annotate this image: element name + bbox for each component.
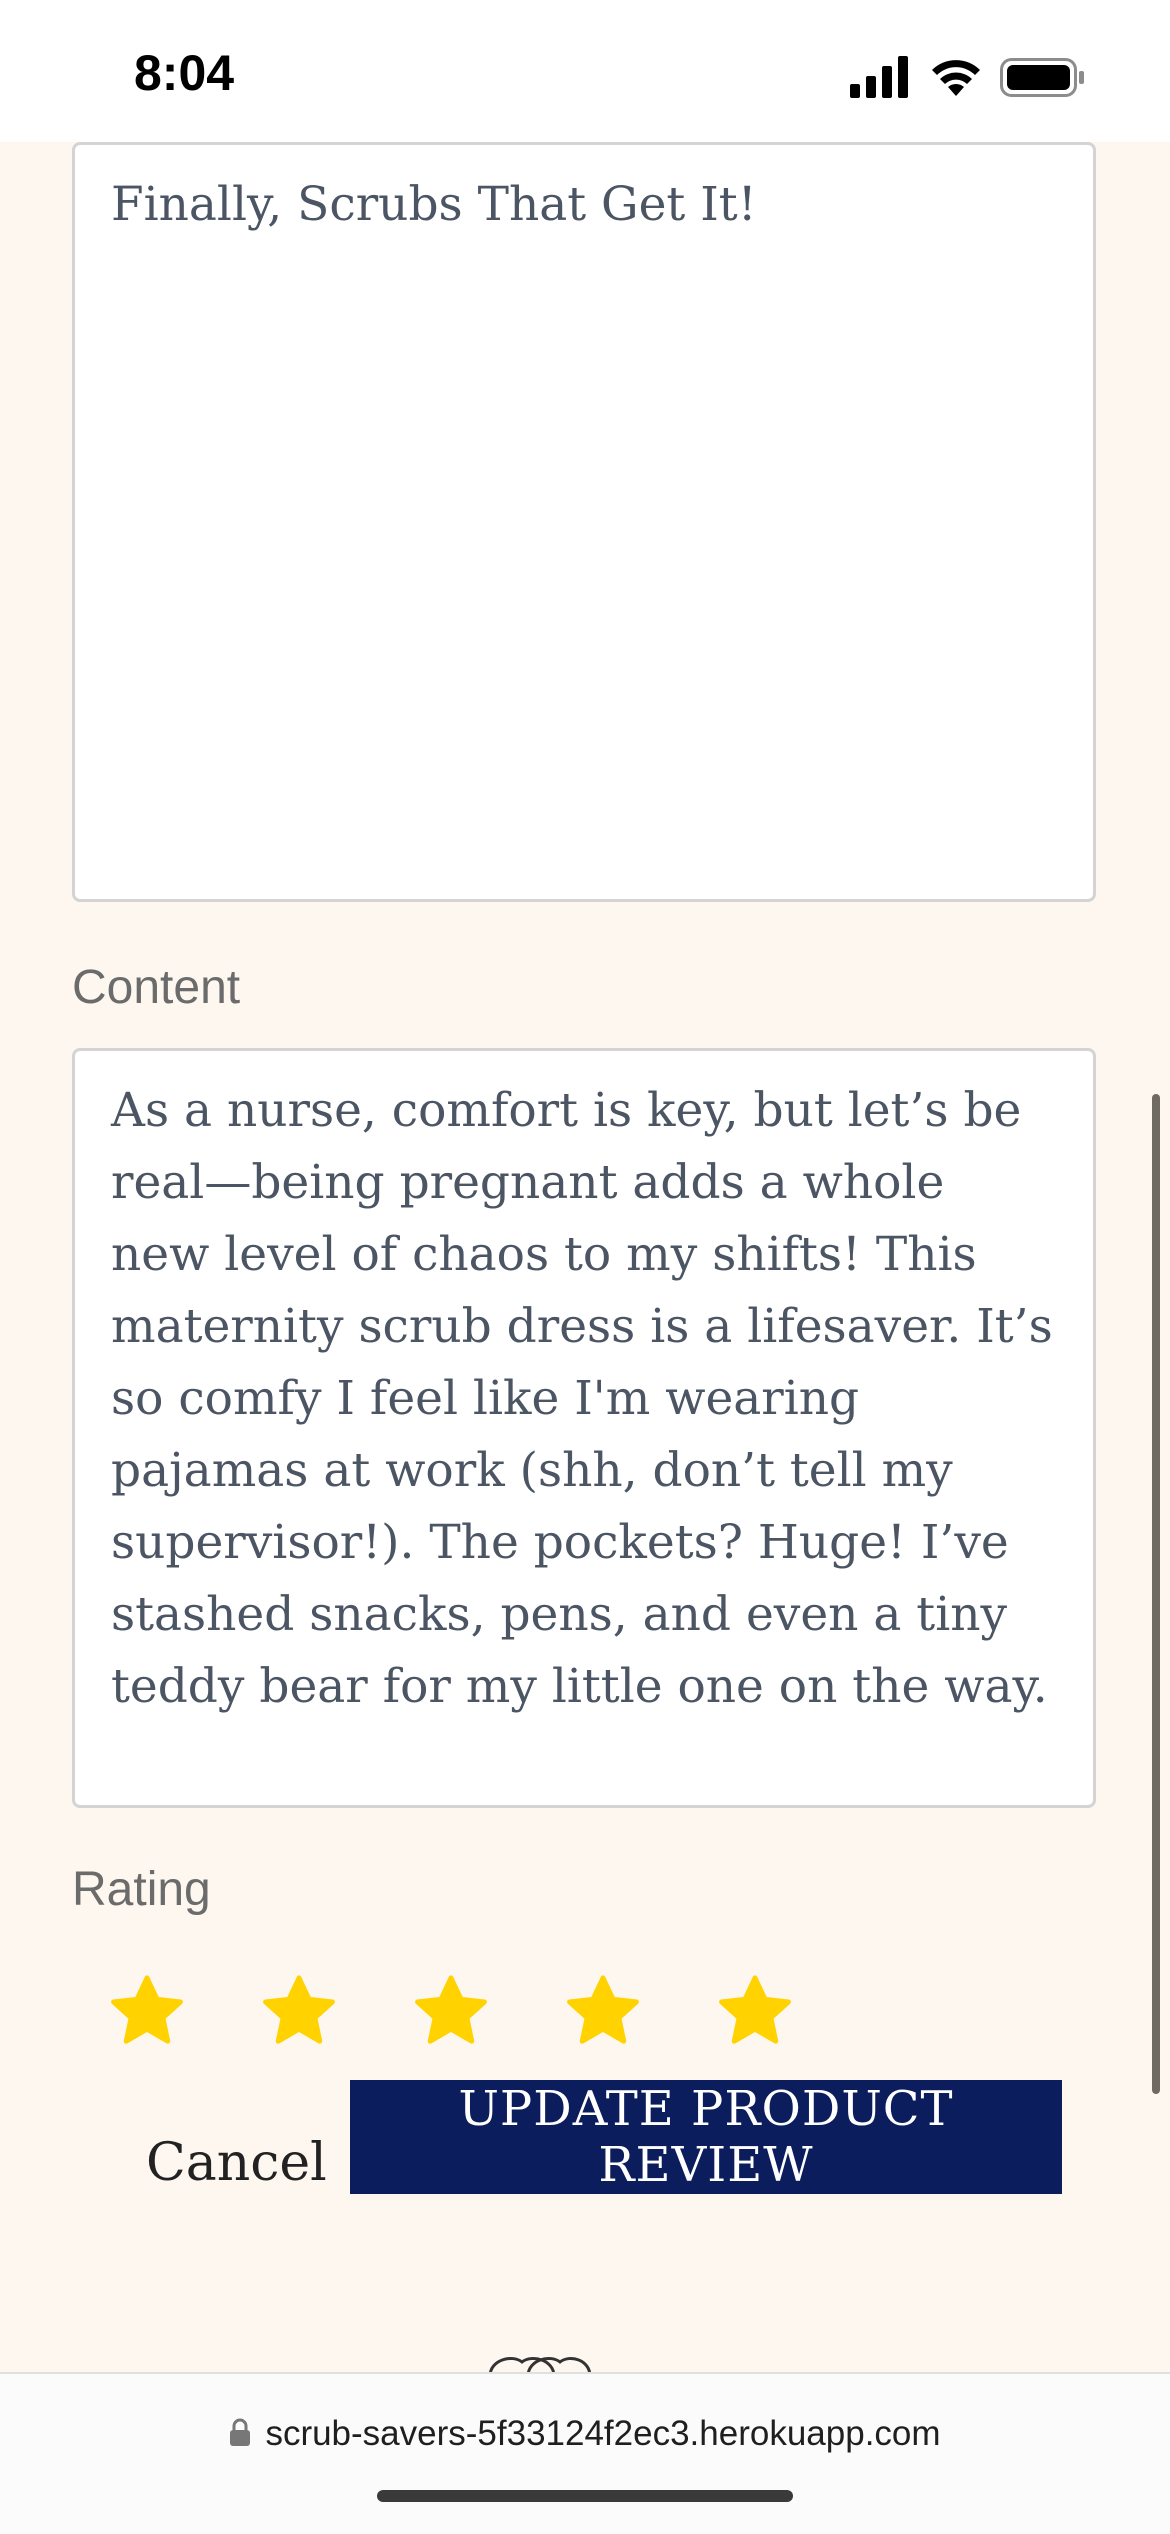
star-icon-2[interactable]: [260, 1972, 338, 2050]
battery-icon: [1000, 58, 1084, 97]
cancel-button[interactable]: Cancel: [140, 2106, 333, 2218]
star-icon-3[interactable]: [412, 1972, 490, 2050]
signal-icon: [850, 56, 908, 98]
star-icon-5[interactable]: [716, 1972, 794, 2050]
url-text: scrub-savers-5f33124f2ec3.herokuapp.com: [265, 2414, 941, 2453]
scrollbar[interactable]: [1152, 1094, 1160, 2094]
home-indicator[interactable]: [377, 2490, 793, 2502]
rating-label: Rating: [72, 1863, 211, 1916]
star-icon-1[interactable]: [108, 1972, 186, 2050]
star-icon-4[interactable]: [564, 1972, 642, 2050]
lock-icon: [230, 2418, 251, 2446]
status-time: 8:04: [134, 45, 235, 101]
content-field[interactable]: As a nurse, comfort is key, but let’s be…: [72, 1048, 1096, 1808]
title-field[interactable]: Finally, Scrubs That Get It!: [72, 142, 1096, 902]
status-bar: 8:04: [0, 0, 1170, 142]
wifi-icon: [932, 60, 980, 96]
browser-bottom-bar: scrub-savers-5f33124f2ec3.herokuapp.com: [0, 2372, 1170, 2534]
address-bar[interactable]: scrub-savers-5f33124f2ec3.herokuapp.com: [0, 2414, 1170, 2454]
update-product-review-button[interactable]: UPDATE PRODUCT REVIEW: [350, 2080, 1062, 2194]
content-label: Content: [72, 961, 241, 1014]
star-rating: [108, 1972, 808, 2072]
status-icons: [850, 56, 1084, 98]
